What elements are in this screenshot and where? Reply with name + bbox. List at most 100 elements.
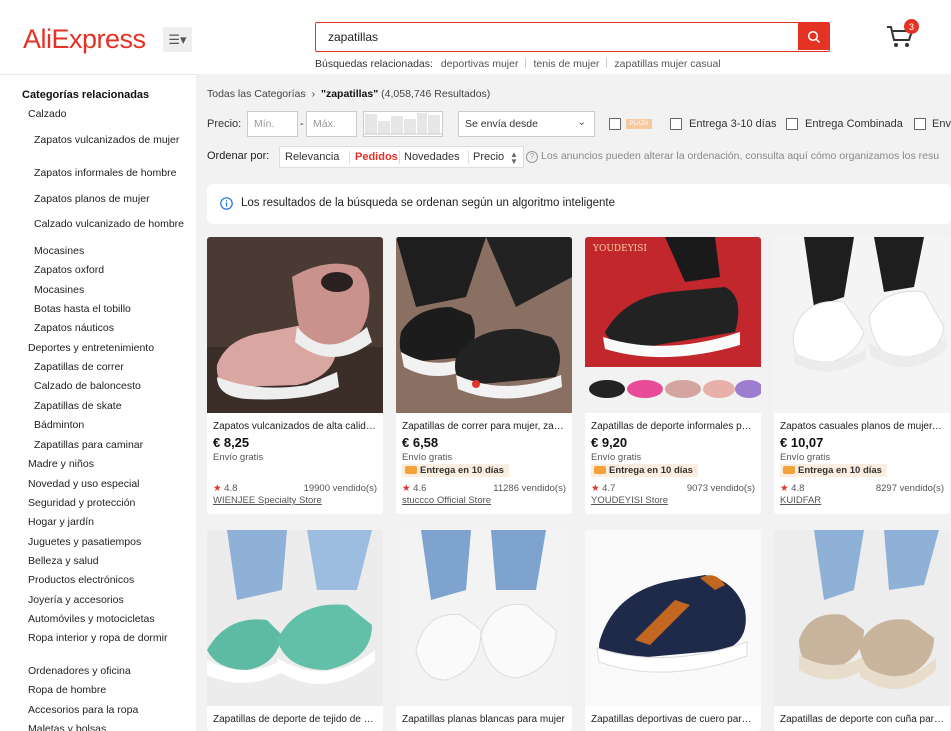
sidebar-category[interactable]: Maletas y bolsas <box>28 723 106 731</box>
sidebar-category[interactable]: Hogar y jardín <box>28 516 94 529</box>
sidebar-category[interactable]: Zapatillas para caminar <box>34 439 184 452</box>
product-title[interactable]: Zapatos vulcanizados de alta calidad par… <box>213 421 377 432</box>
product-card[interactable]: Zapatillas de correr para mujer, zapatos… <box>396 237 572 514</box>
product-card[interactable]: Zapatillas de deporte con cuña para muje… <box>774 530 950 731</box>
sort-price[interactable]: Precio <box>473 151 504 163</box>
hamburger-icon: ☰▾ <box>168 31 187 47</box>
product-image[interactable] <box>774 530 950 706</box>
ships-from-select[interactable]: Se envía desde ⌄ <box>458 111 595 137</box>
plaza-checkbox[interactable] <box>609 118 621 130</box>
store-link[interactable]: YOUDEYISI Store <box>591 495 668 506</box>
product-card[interactable]: Zapatillas deportivas de cuero para homb… <box>585 530 761 731</box>
sort-relevance[interactable]: Relevancia <box>285 151 339 163</box>
extra-checkbox[interactable] <box>914 118 926 130</box>
store-link[interactable]: WIENJEE Specialty Store <box>213 495 322 506</box>
delivery-badge-text: Entrega en 10 días <box>420 465 504 476</box>
product-rating: ★ 4.8 <box>780 483 804 494</box>
sidebar-category[interactable]: Bádminton <box>34 419 184 432</box>
search-icon <box>807 30 820 43</box>
sort-orders[interactable]: Pedidos <box>355 151 398 163</box>
related-search-link[interactable]: zapatillas mujer casual <box>614 58 720 70</box>
product-card[interactable]: Zapatillas de deporte de tejido de malla <box>207 530 383 731</box>
sidebar-category[interactable]: Calzado de baloncesto <box>34 380 184 393</box>
store-link[interactable]: stuccco Official Store <box>402 495 491 506</box>
breadcrumb-query: "zapatillas" <box>320 88 379 100</box>
product-image[interactable]: YOUDEYISI <box>585 237 761 413</box>
breadcrumb-root[interactable]: Todas las Categorías <box>207 88 306 100</box>
combined-label: Entrega Combinada <box>805 118 903 130</box>
product-card[interactable]: Zapatos vulcanizados de alta calidad par… <box>207 237 383 514</box>
help-icon: ? <box>526 151 538 163</box>
price-max-input[interactable]: Máx. <box>306 111 357 137</box>
product-image[interactable] <box>396 237 572 413</box>
sidebar-category[interactable]: Belleza y salud <box>28 555 99 568</box>
sort-newest[interactable]: Novedades <box>404 151 460 163</box>
related-search-link[interactable]: deportivas mujer <box>441 58 519 70</box>
sort-arrows-icon: ▲ ▼ <box>510 150 518 166</box>
aliexpress-logo[interactable]: AliExpress <box>23 24 146 55</box>
product-title[interactable]: Zapatillas planas blancas para mujer <box>402 714 566 725</box>
product-image[interactable] <box>207 530 383 706</box>
sidebar-category[interactable]: Ordenadores y oficina <box>28 665 131 678</box>
product-title[interactable]: Zapatos casuales planos de mujer, zapati… <box>780 421 944 432</box>
sidebar-category[interactable]: Deportes y entretenimiento <box>28 342 154 355</box>
product-rating: ★ 4.7 <box>591 483 615 494</box>
product-title[interactable]: Zapatillas de deporte con cuña para muje… <box>780 714 944 725</box>
sidebar-category[interactable]: Madre y niños <box>28 458 94 471</box>
sidebar-category[interactable]: Mocasines <box>34 245 184 258</box>
store-link[interactable]: KUIDFAR <box>780 495 821 506</box>
category-menu-button[interactable]: ☰▾ <box>163 27 192 52</box>
info-icon <box>220 197 233 210</box>
sidebar-category[interactable]: Zapatos náuticos <box>34 322 184 335</box>
price-histogram[interactable] <box>363 111 443 137</box>
breadcrumb: Todas las Categorías › "zapatillas" (4,0… <box>207 88 490 100</box>
sidebar-category[interactable]: Novedad y uso especial <box>28 478 140 491</box>
sold-count: 11286 vendido(s) <box>493 483 566 494</box>
product-image[interactable] <box>396 530 572 706</box>
sidebar-category[interactable]: Calzado <box>28 108 67 121</box>
sort-note-text: Los anuncios pueden alterar la ordenació… <box>541 150 940 162</box>
product-image[interactable] <box>774 237 950 413</box>
product-image[interactable] <box>585 530 761 706</box>
sidebar-category[interactable]: Productos electrónicos <box>28 574 134 587</box>
product-card[interactable]: Zapatillas planas blancas para mujer <box>396 530 572 731</box>
delivery-checkbox[interactable] <box>670 118 682 130</box>
sidebar-category[interactable]: Zapatillas de correr <box>34 361 184 374</box>
sidebar-category[interactable]: Ropa interior y ropa de dormir <box>28 632 168 645</box>
sidebar-category[interactable]: Zapatos oxford <box>34 264 184 277</box>
sidebar-category[interactable]: Joyería y accesorios <box>28 594 124 607</box>
product-title[interactable]: Zapatillas de deporte de tejido de malla <box>213 714 377 725</box>
sidebar-category[interactable]: Calzado vulcanizado de hombre <box>34 218 184 231</box>
related-search-link[interactable]: tenis de mujer <box>533 58 599 70</box>
search-button[interactable] <box>798 23 829 50</box>
sort-bar: Ordenar por: Relevancia Pedidos Novedade… <box>207 146 951 168</box>
search-input[interactable] <box>316 23 798 50</box>
sidebar-category[interactable]: Automóviles y motocicletas <box>28 613 155 626</box>
shipping-text: Envío gratis <box>591 452 642 463</box>
price-min-input[interactable]: Mín. <box>247 111 298 137</box>
related-searches-label: Búsquedas relacionadas: <box>315 58 433 70</box>
sidebar-category[interactable]: Zapatillas de skate <box>34 400 184 413</box>
product-title[interactable]: Zapatillas deportivas de cuero para homb… <box>591 714 755 725</box>
sidebar-category[interactable]: Zapatos informales de hombre <box>34 167 184 180</box>
product-title[interactable]: Zapatillas de correr para mujer, zapatos <box>402 421 566 432</box>
sidebar-category[interactable]: Zapatos vulcanizados de mujer <box>34 134 184 147</box>
product-price: € 9,20 <box>591 435 628 450</box>
chevron-right-icon: › <box>311 88 316 100</box>
combined-checkbox[interactable] <box>786 118 798 130</box>
sidebar-category[interactable]: Juguetes y pasatiempos <box>28 536 141 549</box>
sidebar-category[interactable]: Ropa de hombre <box>28 684 106 697</box>
product-price: € 8,25 <box>213 435 250 450</box>
product-card[interactable]: Zapatos casuales planos de mujer, zapati… <box>774 237 950 514</box>
product-card[interactable]: YOUDEYISI Zapatillas de deporte informal… <box>585 237 761 514</box>
sidebar-category[interactable]: Botas hasta el tobillo <box>34 303 184 316</box>
sort-info-note[interactable]: ? Los anuncios pueden alterar la ordenaci… <box>526 150 939 163</box>
shipping-text: Envío gratis <box>213 452 264 463</box>
sidebar-category[interactable]: Accesorios para la ropa <box>28 704 138 717</box>
star-icon: ★ <box>402 483 411 494</box>
product-image[interactable] <box>207 237 383 413</box>
sidebar-category[interactable]: Mocasines <box>34 284 184 297</box>
sidebar-category[interactable]: Zapatos planos de mujer <box>34 193 184 206</box>
sidebar-category[interactable]: Seguridad y protección <box>28 497 135 510</box>
product-title[interactable]: Zapatillas de deporte informales para mu… <box>591 421 755 432</box>
